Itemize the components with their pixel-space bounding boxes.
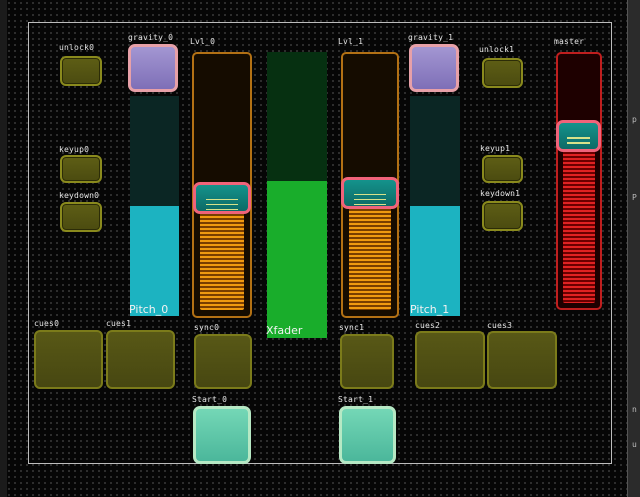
- pitch0-fill: [130, 206, 179, 316]
- cues2-button[interactable]: [415, 331, 485, 389]
- start1-button[interactable]: [339, 406, 396, 464]
- xfader-slider[interactable]: [267, 52, 327, 338]
- left-window-edge: [0, 0, 7, 497]
- start0-label: Start_0: [192, 395, 228, 404]
- gravity1-label: gravity_1: [408, 33, 454, 42]
- lvl0-label: Lvl_0: [190, 37, 216, 46]
- pitch0-slider[interactable]: [130, 96, 179, 316]
- pitch1-slider[interactable]: [410, 96, 460, 316]
- cues1-label: cues1: [106, 319, 132, 328]
- keydown0-label: keydown0: [59, 191, 100, 200]
- master-meter: [563, 134, 595, 303]
- xfader-label: Xfader: [266, 324, 303, 337]
- cues0-button[interactable]: [34, 330, 103, 389]
- sync0-label: sync0: [194, 323, 220, 332]
- pitch1-label: Pitch_1: [410, 303, 450, 316]
- cues1-button[interactable]: [106, 330, 175, 389]
- pitch0-label: Pitch_0: [129, 303, 169, 316]
- right-window-edge: [627, 0, 640, 497]
- gravity0-label: gravity_0: [128, 33, 174, 42]
- lvl1-label: Lvl_1: [338, 37, 364, 46]
- lvl0-fader-handle[interactable]: [193, 181, 251, 214]
- keyup1-label: keyup1: [480, 144, 511, 153]
- unlock1-button[interactable]: [482, 58, 523, 88]
- master-fader-handle[interactable]: [556, 120, 601, 153]
- start1-label: Start_1: [338, 395, 374, 404]
- start0-button[interactable]: [193, 406, 251, 464]
- keyup0-label: keyup0: [59, 145, 90, 154]
- edge-glyph: u: [632, 440, 637, 449]
- sync0-button[interactable]: [194, 334, 252, 389]
- xfader-fill: [267, 180, 327, 338]
- master-fader[interactable]: [556, 52, 602, 310]
- pitch1-fill: [410, 206, 460, 316]
- unlock1-label: unlock1: [479, 45, 515, 54]
- lvl1-fader-handle[interactable]: [341, 176, 399, 209]
- edge-glyph: n: [632, 405, 637, 414]
- unlock0-button[interactable]: [60, 56, 102, 86]
- cues0-label: cues0: [34, 319, 60, 328]
- keydown1-button[interactable]: [482, 201, 523, 231]
- keydown1-label: keydown1: [480, 189, 521, 198]
- edge-glyph: P: [632, 193, 637, 202]
- cues2-label: cues2: [415, 321, 441, 330]
- unlock0-label: unlock0: [59, 43, 95, 52]
- keyup1-button[interactable]: [482, 155, 523, 183]
- keyup0-button[interactable]: [60, 155, 102, 183]
- gravity1-button[interactable]: [409, 44, 459, 92]
- cues3-button[interactable]: [487, 331, 557, 389]
- sync1-label: sync1: [339, 323, 365, 332]
- master-label: master: [554, 37, 585, 46]
- cues3-label: cues3: [487, 321, 513, 330]
- keydown0-button[interactable]: [60, 202, 102, 232]
- gravity0-button[interactable]: [128, 44, 178, 92]
- sync1-button[interactable]: [340, 334, 394, 389]
- edge-glyph: p: [632, 115, 637, 124]
